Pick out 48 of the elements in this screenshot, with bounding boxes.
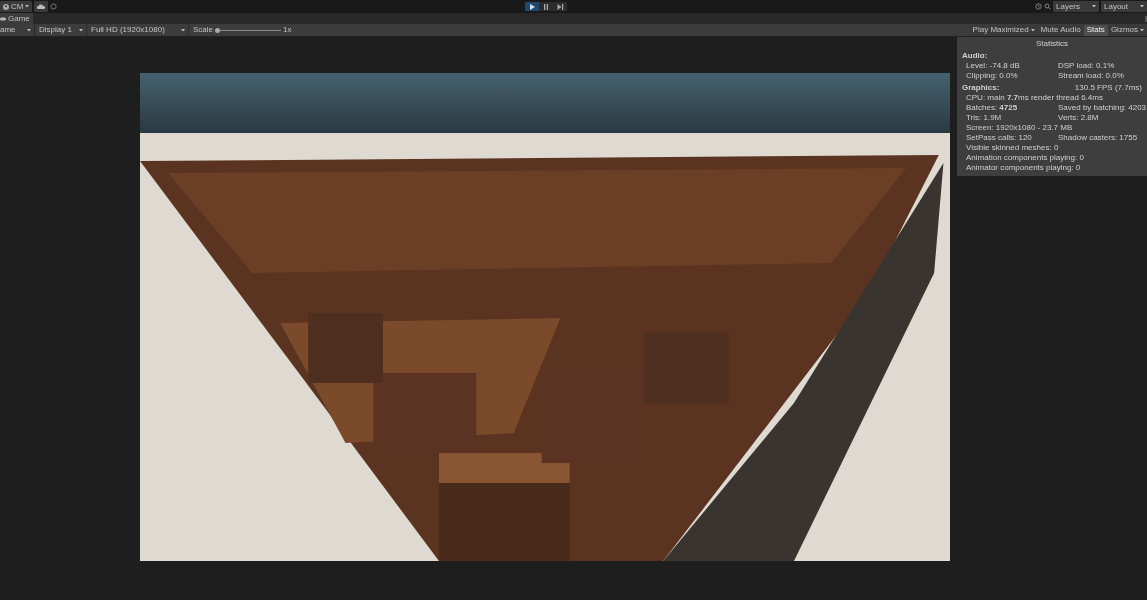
mode-dropdown[interactable]: ame bbox=[0, 24, 35, 36]
scale-value: 1x bbox=[283, 24, 292, 36]
layers-dropdown[interactable]: Layers bbox=[1053, 1, 1099, 12]
scale-label: Scale bbox=[193, 24, 213, 36]
step-icon bbox=[556, 2, 565, 11]
caret-icon bbox=[1140, 28, 1144, 32]
stat-text: CPU: main 7.7ms render thread 6.4ms bbox=[966, 93, 1104, 103]
stat-text: Batches: 4725 bbox=[966, 103, 1019, 113]
stat-text: Shadow casters: 1755 bbox=[1058, 133, 1138, 143]
fps-text: 130.5 FPS (7.7ms) bbox=[1074, 83, 1142, 93]
stat-text: Saved by batching: 4203 bbox=[1058, 103, 1147, 113]
panel-title: Statistics bbox=[1035, 39, 1069, 49]
stat-text: Tris: 1.9M bbox=[966, 113, 1003, 123]
user-icon bbox=[3, 3, 9, 10]
display-dropdown[interactable]: Display 1 bbox=[39, 24, 87, 36]
stat-text: DSP load: 0.1% bbox=[1058, 61, 1115, 71]
cloud-icon bbox=[37, 4, 46, 9]
stat-text: Level: -74.8 dB bbox=[966, 61, 1021, 71]
stat-text: SetPass calls: 120 bbox=[966, 133, 1033, 143]
caret-icon bbox=[25, 5, 30, 8]
search-icon[interactable] bbox=[1044, 3, 1051, 10]
stat-text: Clipping: 0.0% bbox=[966, 71, 1019, 81]
section-heading: Graphics: bbox=[962, 83, 1001, 93]
toolbar-toggle[interactable]: Stats bbox=[1083, 24, 1108, 36]
stat-text: Stream load: 0.0% bbox=[1058, 71, 1124, 81]
stat-text: Verts: 2.8M bbox=[1058, 113, 1099, 123]
history-icon[interactable] bbox=[1035, 3, 1042, 10]
stat-text: Animation components playing: 0 bbox=[966, 153, 1085, 163]
stat-text: Visible skinned meshes: 0 bbox=[966, 143, 1060, 153]
layout-dropdown[interactable]: Layout bbox=[1101, 1, 1147, 12]
pause-icon bbox=[542, 2, 551, 11]
caret-icon bbox=[1030, 28, 1035, 32]
account-dropdown[interactable]: CM bbox=[0, 1, 33, 12]
resolution-dropdown[interactable]: Full HD (1920x1080) bbox=[91, 24, 189, 36]
pause-button[interactable] bbox=[539, 2, 554, 11]
slider-thumb[interactable] bbox=[215, 27, 220, 33]
caret-icon bbox=[181, 28, 185, 32]
play-button[interactable] bbox=[525, 2, 540, 11]
stat-text: Animator components playing: 0 bbox=[966, 163, 1082, 173]
section-heading: Audio: bbox=[962, 51, 989, 61]
play-icon bbox=[528, 2, 537, 11]
step-button[interactable] bbox=[553, 2, 568, 11]
caret-icon bbox=[27, 28, 31, 32]
caret-icon bbox=[1140, 5, 1144, 8]
caret-icon bbox=[1092, 5, 1096, 8]
cloud-button[interactable] bbox=[34, 1, 49, 12]
caret-icon bbox=[79, 28, 83, 32]
stat-text: Screen: 1920x1080 - 23.7 MB bbox=[966, 123, 1074, 133]
